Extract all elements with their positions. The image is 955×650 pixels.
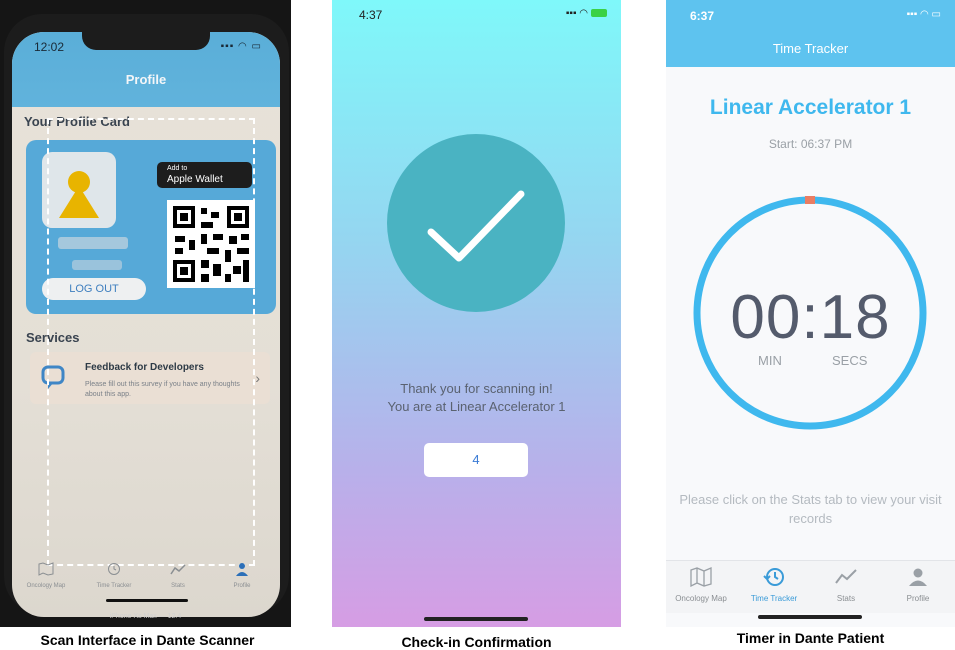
- device-model-label: iPhone Xs Max — 12.4: [109, 613, 182, 620]
- checkmark-icon: [427, 190, 525, 262]
- minutes-label: MIN: [758, 353, 782, 368]
- phone-notch: [82, 32, 210, 50]
- map-icon: [690, 567, 712, 588]
- tab-label: Stats: [836, 594, 856, 603]
- map-icon: [38, 562, 54, 576]
- header-title: Time Tracker: [772, 41, 849, 56]
- status-time: 4:37: [359, 8, 383, 22]
- status-time: 6:37: [690, 9, 715, 23]
- location-message: You are at Linear Accelerator 1: [387, 399, 566, 414]
- tab-label: Time Tracker: [96, 583, 132, 589]
- thank-you-message: Thank you for scanning in!: [400, 381, 553, 396]
- home-indicator: [106, 599, 188, 602]
- checkin-confirmation-panel: 4:37 ▪▪▪ ◠ Thank you for scanning in! Yo…: [332, 0, 621, 627]
- chevron-right-icon: ›: [255, 370, 260, 386]
- person-icon: [236, 563, 248, 576]
- caption-confirmation: Check-in Confirmation: [401, 634, 552, 650]
- line-chart-icon: [170, 564, 186, 575]
- page-title: Profile: [125, 72, 167, 87]
- scanner-photo-panel: 12:02 ▪▪▪ ◠ ▭ Profile Your Profile Card …: [0, 0, 291, 627]
- phone-frame: 12:02 ▪▪▪ ◠ ▭ Profile Your Profile Card …: [4, 14, 289, 617]
- tab-stats[interactable]: Stats: [148, 562, 208, 589]
- person-icon: [909, 568, 927, 586]
- status-icons: ▪▪▪ ◠: [566, 8, 607, 19]
- home-indicator: [758, 615, 862, 619]
- timer-panel: 6:37 ▪▪▪ ◠ ▭ Time Tracker Linear Acceler…: [666, 0, 955, 627]
- success-circle: [387, 134, 565, 312]
- tab-label: Time Tracker: [750, 594, 798, 603]
- tab-label: Oncology Map: [26, 583, 66, 589]
- elapsed-timer: 00:18: [730, 283, 891, 352]
- status-icons: ▪▪▪ ◠ ▭: [220, 41, 262, 52]
- tab-profile[interactable]: Profile: [883, 567, 953, 603]
- history-clock-icon: [763, 568, 784, 586]
- tab-stats[interactable]: Stats: [811, 567, 881, 603]
- caption-timer: Timer in Dante Patient: [736, 630, 885, 646]
- progress-marker: [805, 196, 815, 204]
- phone-screen: 12:02 ▪▪▪ ◠ ▭ Profile Your Profile Card …: [12, 32, 280, 617]
- start-time: Start: 06:37 PM: [768, 137, 853, 151]
- battery-icon: [591, 9, 607, 18]
- tab-time-tracker[interactable]: Time Tracker: [84, 562, 144, 589]
- tab-time-tracker[interactable]: Time Tracker: [739, 567, 809, 603]
- status-time: 12:02: [34, 40, 65, 54]
- home-indicator: [424, 617, 528, 621]
- caption-scanner: Scan Interface in Dante Scanner: [40, 632, 255, 648]
- tab-label: Profile: [906, 594, 930, 603]
- tab-label: Oncology Map: [675, 594, 727, 603]
- stats-hint: Please click on the Stats tab to view yo…: [679, 492, 942, 526]
- scan-frame-overlay: [47, 118, 255, 566]
- tab-label: Profile: [233, 583, 251, 589]
- location-title: Linear Accelerator 1: [709, 96, 912, 119]
- tab-bar: Oncology Map Time Tracker Stats Profile: [666, 560, 955, 613]
- tab-profile[interactable]: Profile: [212, 562, 272, 589]
- seconds-label: SECS: [832, 353, 868, 368]
- status-icons: ▪▪▪ ◠ ▭: [906, 9, 941, 20]
- tab-oncology-map[interactable]: Oncology Map: [666, 567, 736, 603]
- queue-number-button[interactable]: 4: [424, 443, 528, 477]
- tab-label: Stats: [171, 583, 185, 589]
- line-chart-icon: [835, 569, 857, 584]
- history-clock-icon: [108, 563, 120, 575]
- tab-oncology-map[interactable]: Oncology Map: [16, 562, 76, 589]
